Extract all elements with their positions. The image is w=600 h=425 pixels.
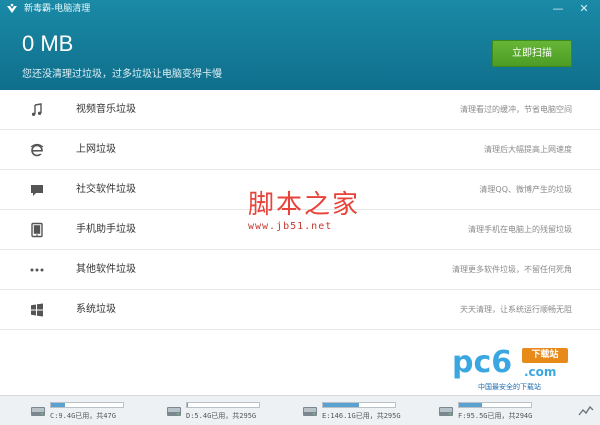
category-desc: 清理看过的缓冲，节省电脑空间: [460, 105, 572, 114]
drive-f[interactable]: F:95.5G已用，共294G: [438, 401, 568, 423]
drive-d[interactable]: D:5.4G已用，共295G: [166, 401, 296, 423]
drive-usage-bar: [458, 402, 532, 408]
drive-usage-bar: [186, 402, 260, 408]
more-dots-icon: [29, 262, 45, 278]
category-desc: 清理更多软件垃圾，不留任何死角: [452, 265, 572, 274]
drive-usage-text: C:9.4G已用，共47G: [50, 412, 116, 420]
pc6-domain: .com: [524, 365, 557, 379]
category-row-other-software[interactable]: 其他软件垃圾 清理更多软件垃圾，不留任何死角: [0, 250, 600, 290]
category-desc: 清理后大幅提高上网速度: [484, 145, 572, 154]
close-button[interactable]: ✕: [576, 1, 592, 17]
category-label: 上网垃圾: [76, 144, 116, 155]
drive-usage-fill: [51, 403, 66, 407]
category-label: 视频音乐垃圾: [76, 104, 136, 115]
pc6-slogan: 中国最安全的下载站: [478, 383, 541, 391]
duba-logo-icon: [7, 3, 17, 13]
category-desc: 清理手机在电脑上的残留垃圾: [468, 225, 572, 234]
window-title: 新毒霸-电脑清理: [24, 4, 91, 14]
trend-chart-icon[interactable]: [578, 404, 594, 418]
drive-usage-text: E:146.1G已用，共295G: [322, 412, 401, 420]
status-bar: C:9.4G已用，共47G D:5.4G已用，共295G E:146.1G已用，…: [0, 395, 600, 425]
drive-usage-bar: [50, 402, 124, 408]
category-label: 社交软件垃圾: [76, 184, 136, 195]
pc6-logo-text: pc6: [452, 345, 513, 380]
chat-bubble-icon: [29, 182, 45, 198]
drive-usage-fill: [459, 403, 483, 407]
music-note-icon: [29, 102, 45, 118]
jb51-watermark-title: 脚本之家: [248, 190, 361, 220]
category-label: 手机助手垃圾: [76, 224, 136, 235]
pc6-download-badge: 下载站: [522, 348, 568, 363]
drive-usage-fill: [187, 403, 189, 407]
tablet-icon: [29, 222, 45, 238]
junk-size-value: 0 MB: [22, 31, 74, 56]
pc6-watermark-logo: pc6 下载站 .com 中国最安全的下载站: [452, 345, 570, 393]
ie-browser-icon: [29, 142, 45, 158]
title-bar[interactable]: 新毒霸-电脑清理 — ✕: [0, 0, 600, 18]
drive-usage-bar: [322, 402, 396, 408]
hard-drive-icon: [303, 407, 317, 416]
category-desc: 天天清理，让系统运行顺畅无阻: [460, 305, 572, 314]
drive-e[interactable]: E:146.1G已用，共295G: [302, 401, 432, 423]
category-label: 系统垃圾: [76, 304, 116, 315]
windows-logo-icon: [29, 302, 45, 318]
hard-drive-icon: [31, 407, 45, 416]
category-row-video-music[interactable]: 视频音乐垃圾 清理看过的缓冲，节省电脑空间: [0, 90, 600, 130]
drive-usage-text: F:95.5G已用，共294G: [458, 412, 533, 420]
category-label: 其他软件垃圾: [76, 264, 136, 275]
hard-drive-icon: [167, 407, 181, 416]
minimize-button[interactable]: —: [550, 1, 566, 17]
header-panel: 新毒霸-电脑清理 — ✕ 0 MB 您还没清理过垃圾，过多垃圾让电脑变得卡慢 立…: [0, 0, 600, 90]
drive-usage-text: D:5.4G已用，共295G: [186, 412, 257, 420]
hard-drive-icon: [439, 407, 453, 416]
drive-usage-fill: [323, 403, 359, 407]
jb51-watermark-url: www.jb51.net: [248, 221, 333, 232]
scan-now-button[interactable]: 立即扫描: [492, 40, 572, 67]
category-desc: 清理QQ、微博产生的垃圾: [479, 185, 572, 194]
status-message: 您还没清理过垃圾，过多垃圾让电脑变得卡慢: [22, 69, 222, 80]
category-row-system[interactable]: 系统垃圾 天天清理，让系统运行顺畅无阻: [0, 290, 600, 330]
category-row-internet[interactable]: 上网垃圾 清理后大幅提高上网速度: [0, 130, 600, 170]
drive-c[interactable]: C:9.4G已用，共47G: [30, 401, 160, 423]
